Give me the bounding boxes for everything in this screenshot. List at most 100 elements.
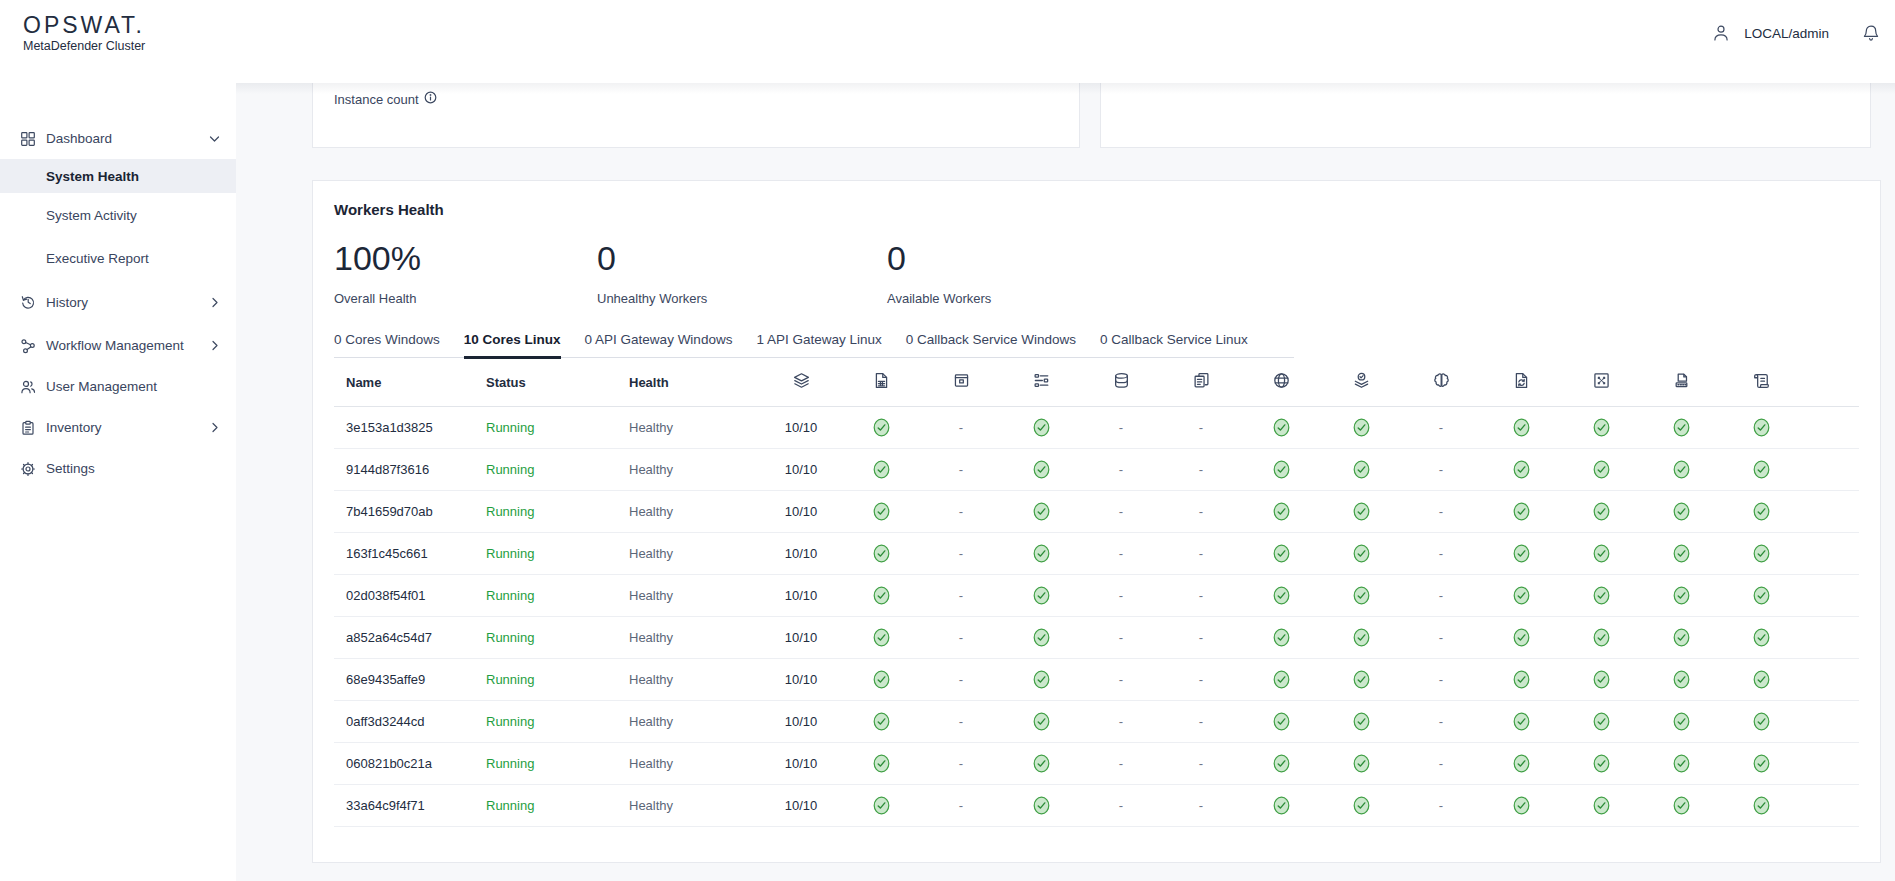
status-ok-icon xyxy=(1481,418,1561,437)
table-row: a852a64c54d7RunningHealthy10/10---- xyxy=(334,617,1859,659)
status-ok-icon xyxy=(1241,502,1321,521)
sidebar-item-label: History xyxy=(46,295,88,310)
top-right-card xyxy=(1100,83,1871,148)
users-icon xyxy=(20,379,36,395)
empty-value: - xyxy=(921,588,1001,603)
col-header-sliders xyxy=(1001,372,1081,393)
col-header-layers-check xyxy=(1321,372,1401,393)
col-header-globe xyxy=(1241,372,1321,393)
top-cards-row: Instance count xyxy=(312,83,1881,148)
bell-icon[interactable] xyxy=(1862,24,1880,42)
col-header-name: Name xyxy=(334,375,486,390)
empty-value: - xyxy=(921,546,1001,561)
tab-0-api-gateway-windows[interactable]: 0 API Gateway Windows xyxy=(585,332,733,359)
stat-unhealthy-workers: 0Unhealthy Workers xyxy=(597,240,887,306)
status-ok-icon xyxy=(1481,628,1561,647)
instance-count-label: Instance count xyxy=(334,92,419,107)
status-ok-icon xyxy=(841,796,921,815)
status-ok-icon xyxy=(841,670,921,689)
empty-value: - xyxy=(1401,672,1481,687)
table-row: 33a64c9f4f71RunningHealthy10/10---- xyxy=(334,785,1859,827)
status-ok-icon xyxy=(1001,418,1081,437)
status-ok-icon xyxy=(1001,460,1081,479)
sidebar-item-executive-report[interactable]: Executive Report xyxy=(0,237,236,279)
status-ok-icon xyxy=(841,502,921,521)
stat-overall-health: 100%Overall Health xyxy=(334,240,597,306)
chevron-right-icon xyxy=(210,422,220,433)
status-ok-icon xyxy=(1561,418,1641,437)
empty-value: - xyxy=(1081,588,1161,603)
status-ok-icon xyxy=(1721,754,1801,773)
empty-value: - xyxy=(1161,672,1241,687)
chevron-right-icon xyxy=(210,340,220,351)
sidebar-item-system-health[interactable]: System Health xyxy=(0,159,236,193)
status-ok-icon xyxy=(1321,544,1401,563)
status-ok-icon xyxy=(1481,796,1561,815)
status-ok-icon xyxy=(1641,670,1721,689)
sidebar-item-inventory[interactable]: Inventory xyxy=(0,407,236,448)
clipboard-icon xyxy=(20,420,36,436)
empty-value: - xyxy=(1401,462,1481,477)
workers-health-title: Workers Health xyxy=(334,201,1859,218)
sidebar-item-workflow-management[interactable]: Workflow Management xyxy=(0,325,236,366)
opswat-logo: OPSWAT. xyxy=(23,12,236,39)
file-table-icon xyxy=(873,372,890,393)
status-ok-icon xyxy=(1561,544,1641,563)
status-ok-icon xyxy=(1721,544,1801,563)
empty-value: - xyxy=(921,630,1001,645)
tab-10-cores-linux[interactable]: 10 Cores Linux xyxy=(464,332,561,359)
tab-0-cores-windows[interactable]: 0 Cores Windows xyxy=(334,332,440,359)
worker-name: 060821b0c21a xyxy=(334,756,486,771)
file-refresh-icon xyxy=(1513,372,1530,393)
brand[interactable]: OPSWAT. MetaDefender Cluster xyxy=(0,0,236,53)
sidebar-item-system-activity[interactable]: System Activity xyxy=(0,193,236,237)
sidebar-item-label: Workflow Management xyxy=(46,338,184,353)
status-ok-icon xyxy=(1001,796,1081,815)
sidebar-item-settings[interactable]: Settings xyxy=(0,448,236,489)
status-ok-icon xyxy=(1721,502,1801,521)
status-ok-icon xyxy=(1321,628,1401,647)
worker-cores: 10/10 xyxy=(761,588,841,603)
status-ok-icon xyxy=(1721,628,1801,647)
status-ok-icon xyxy=(1641,586,1721,605)
status-ok-icon xyxy=(841,418,921,437)
workers-health-card: Workers Health 100%Overall Health0Unheal… xyxy=(312,180,1881,863)
status-ok-icon xyxy=(1641,544,1721,563)
empty-value: - xyxy=(921,714,1001,729)
table-row: 68e9435affe9RunningHealthy10/10---- xyxy=(334,659,1859,701)
status-ok-icon xyxy=(841,460,921,479)
tab-0-callback-service-linux[interactable]: 0 Callback Service Linux xyxy=(1100,332,1248,359)
worker-health: Healthy xyxy=(629,756,761,771)
tab-0-callback-service-windows[interactable]: 0 Callback Service Windows xyxy=(906,332,1076,359)
table-row: 060821b0c21aRunningHealthy10/10---- xyxy=(334,743,1859,785)
empty-value: - xyxy=(921,504,1001,519)
col-header-scroll xyxy=(1721,372,1801,393)
empty-value: - xyxy=(1081,462,1161,477)
user-name[interactable]: LOCAL/admin xyxy=(1744,26,1829,41)
status-ok-icon xyxy=(841,586,921,605)
status-ok-icon xyxy=(1481,544,1561,563)
sidebar-item-history[interactable]: History xyxy=(0,279,236,325)
instance-count-card: Instance count xyxy=(312,83,1080,148)
worker-status: Running xyxy=(486,546,629,561)
worker-cores: 10/10 xyxy=(761,630,841,645)
app: LOCAL/admin OPSWAT. MetaDefender Cluster… xyxy=(0,0,1895,881)
status-ok-icon xyxy=(1001,502,1081,521)
brain-icon xyxy=(1433,372,1450,393)
status-ok-icon xyxy=(1241,670,1321,689)
sidebar-item-user-management[interactable]: User Management xyxy=(0,366,236,407)
sidebar-item-dashboard[interactable]: Dashboard xyxy=(0,118,236,159)
empty-value: - xyxy=(921,420,1001,435)
empty-value: - xyxy=(1081,420,1161,435)
worker-type-tabs: 0 Cores Windows 10 Cores Linux 0 API Gatew… xyxy=(334,332,1294,358)
tab-1-api-gateway-linux[interactable]: 1 API Gateway Linux xyxy=(756,332,881,359)
empty-value: - xyxy=(921,756,1001,771)
status-ok-icon xyxy=(1001,586,1081,605)
worker-status: Running xyxy=(486,672,629,687)
status-ok-icon xyxy=(1321,712,1401,731)
table-row: 02d038f54f01RunningHealthy10/10---- xyxy=(334,575,1859,617)
info-icon[interactable] xyxy=(424,91,437,107)
status-ok-icon xyxy=(1721,586,1801,605)
status-ok-icon xyxy=(1001,754,1081,773)
status-ok-icon xyxy=(1641,418,1721,437)
